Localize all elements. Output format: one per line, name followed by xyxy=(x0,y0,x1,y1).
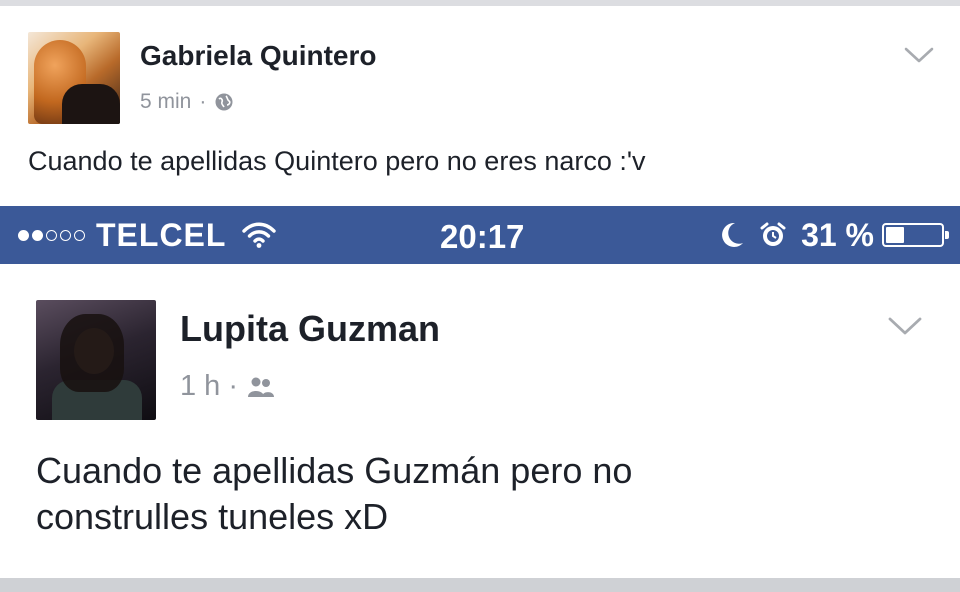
post-options-chevron-icon[interactable] xyxy=(904,46,934,69)
author-name[interactable]: Gabriela Quintero xyxy=(140,40,377,72)
globe-icon xyxy=(214,92,234,112)
post-meta: 1 h · xyxy=(180,370,276,403)
carrier-name: TELCEL xyxy=(96,216,227,253)
moon-icon xyxy=(722,222,744,247)
post-text: Cuando te apellidas Guzmán pero no const… xyxy=(36,448,916,540)
signal-strength-icon xyxy=(18,229,88,241)
battery-fill xyxy=(886,227,904,243)
signal-dot xyxy=(32,229,43,241)
post-text: Cuando te apellidas Quintero pero no ere… xyxy=(28,146,646,176)
meta-separator: · xyxy=(228,370,238,402)
bottom-divider xyxy=(0,578,960,592)
avatar-body xyxy=(62,84,120,124)
post-text-line: construlles tuneles xD xyxy=(36,496,389,538)
author-avatar[interactable] xyxy=(28,32,120,124)
friends-icon xyxy=(246,375,276,399)
post-card-2: Lupita Guzman 1 h · Cuando te apellidas … xyxy=(0,266,960,578)
post-text-line: Cuando te apellidas Guzmán pero no xyxy=(36,450,633,491)
alarm-icon xyxy=(760,222,786,246)
post-timestamp[interactable]: 1 h xyxy=(180,370,220,403)
post-timestamp[interactable]: 5 min xyxy=(140,90,191,114)
author-name[interactable]: Lupita Guzman xyxy=(180,308,440,350)
signal-dot xyxy=(18,229,29,241)
status-right: 31 % xyxy=(721,216,949,254)
status-left: TELCEL xyxy=(18,216,277,254)
meta-separator: · xyxy=(199,90,207,113)
battery-percentage: 31 % xyxy=(801,216,874,253)
post-card-1: Gabriela Quintero 5 min · Cuando te apel… xyxy=(0,6,960,202)
avatar-hair xyxy=(60,314,124,392)
wifi-icon xyxy=(242,222,277,248)
signal-dot xyxy=(46,229,57,241)
battery-icon xyxy=(882,223,949,247)
phone-status-bar: TELCEL 20:17 31 % xyxy=(0,206,960,264)
signal-dot xyxy=(60,229,71,241)
status-clock: 20:17 xyxy=(440,218,525,255)
author-avatar[interactable] xyxy=(36,300,156,420)
battery-nub xyxy=(945,231,949,239)
signal-dot xyxy=(74,229,85,241)
post-options-chevron-icon[interactable] xyxy=(888,316,922,341)
post-meta: 5 min · xyxy=(140,90,234,114)
